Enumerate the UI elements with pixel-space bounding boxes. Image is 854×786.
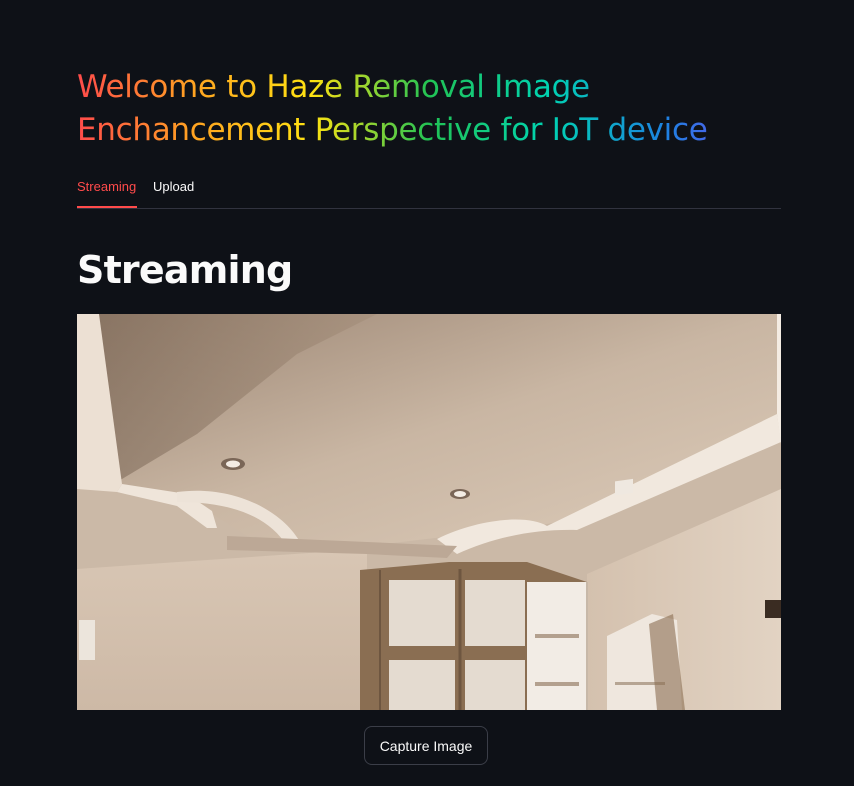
camera-frame-image	[77, 314, 781, 710]
camera-stream	[77, 314, 781, 710]
tab-streaming[interactable]: Streaming	[77, 179, 137, 208]
tab-bar: Streaming Upload	[77, 170, 781, 209]
capture-image-button[interactable]: Capture Image	[364, 726, 488, 765]
app-page: Welcome to Haze Removal Image Enchanceme…	[0, 0, 854, 786]
section-heading: Streaming	[77, 248, 293, 292]
tab-upload[interactable]: Upload	[153, 179, 194, 208]
page-title: Welcome to Haze Removal Image Enchanceme…	[77, 66, 781, 152]
